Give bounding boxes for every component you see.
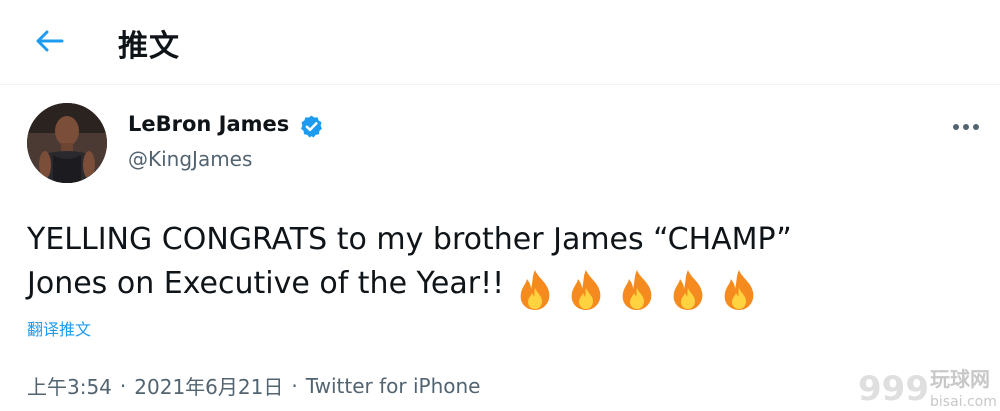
- verified-badge-icon: [301, 115, 322, 138]
- svg-text:玩球网: 玩球网: [930, 367, 990, 391]
- tweet-meta: 上午3:54 · 2021年6月21日 · Twitter for iPhone: [27, 371, 480, 400]
- avatar-image: [27, 103, 107, 183]
- author-name[interactable]: LeBron James: [128, 112, 289, 136]
- tweet-time[interactable]: 上午3:54: [27, 371, 112, 400]
- tweet-line-2: Jones on Executive of the Year!!: [27, 262, 987, 312]
- avatar[interactable]: [27, 103, 107, 183]
- svg-text:bisai.com: bisai.com: [930, 394, 997, 410]
- fire-emoji: [724, 270, 754, 310]
- tweet-source[interactable]: Twitter for iPhone: [306, 374, 481, 398]
- fire-emoji: [622, 270, 652, 310]
- site-watermark: 999 玩球网 bisai.com: [858, 367, 997, 410]
- fire-emoji: [571, 270, 601, 310]
- tweet-line-1: YELLING CONGRATS to my brother James “CH…: [27, 222, 792, 257]
- fire-emoji: [673, 270, 703, 310]
- more-button[interactable]: [944, 112, 988, 142]
- fire-emoji-group: [514, 268, 769, 312]
- author-handle[interactable]: @KingJames: [128, 147, 252, 171]
- top-bar: 推文: [0, 0, 1000, 85]
- back-button[interactable]: [26, 22, 74, 60]
- translate-tweet-link[interactable]: 翻译推文: [27, 316, 91, 340]
- fire-emoji: [520, 270, 550, 310]
- svg-text:999: 999: [858, 369, 929, 409]
- more-horizontal-icon: [953, 124, 979, 130]
- meta-separator: ·: [119, 373, 127, 398]
- meta-separator: ·: [291, 373, 298, 398]
- arrow-left-icon: [36, 30, 64, 52]
- tweet-line-2-text: Jones on Executive of the Year!!: [27, 266, 505, 301]
- tweet-date[interactable]: 2021年6月21日: [134, 371, 283, 400]
- tweet-text: YELLING CONGRATS to my brother James “CH…: [27, 218, 987, 312]
- page-title: 推文: [118, 29, 180, 64]
